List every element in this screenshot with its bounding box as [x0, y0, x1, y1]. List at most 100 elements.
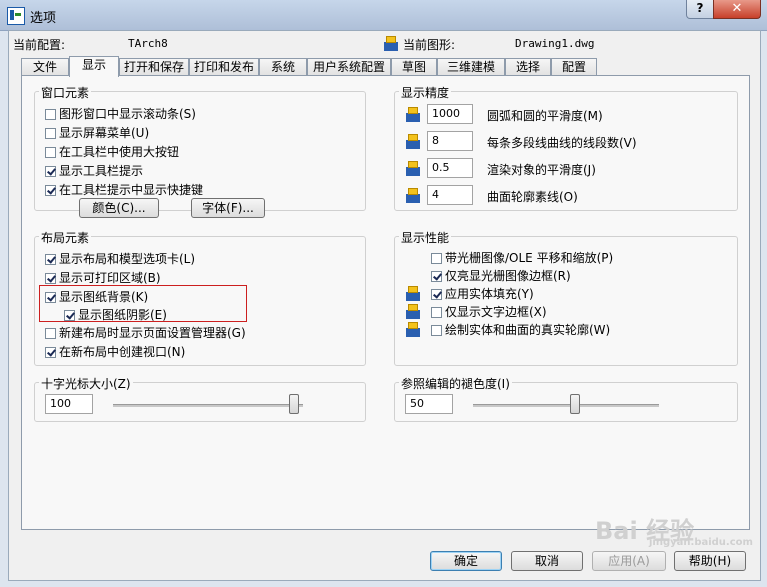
display-performance-group: 显示性能 带光栅图像/OLE 平移和缩放(P) 仅亮显光栅图像边框(R) 应用实… — [394, 229, 738, 366]
checkbox-label: 显示可打印区域(B) — [59, 271, 161, 285]
crosshair-size-input[interactable]: 100 — [45, 394, 93, 414]
checkbox-label: 图形窗口中显示滚动条(S) — [59, 107, 196, 121]
crosshair-size-group: 十字光标大小(Z) 100 — [34, 375, 366, 422]
checkbox-label: 仅亮显光栅图像边框(R) — [445, 269, 571, 283]
tab-system[interactable]: 系统 — [259, 58, 307, 75]
display-resolution-title: 显示精度 — [399, 84, 452, 101]
layout-elements-group: 布局元素 显示布局和模型选项卡(L) 显示可打印区域(B) 显示图纸背景(K) … — [34, 229, 366, 366]
display-tab-panel: 窗口元素 图形窗口中显示滚动条(S) 显示屏幕菜单(U) 在工具栏中使用大按钮 … — [21, 75, 750, 530]
crosshair-size-slider-thumb[interactable] — [289, 394, 299, 414]
checkbox-box[interactable] — [45, 185, 56, 196]
checkbox-label: 绘制实体和曲面的真实轮廓(W) — [445, 323, 611, 337]
checkbox-label: 在工具栏提示中显示快捷键 — [59, 183, 204, 197]
window-elements-title: 窗口元素 — [39, 84, 92, 101]
drawing-icon — [405, 133, 421, 149]
baidu-watermark-url: jingyan.baidu.com — [649, 537, 753, 548]
xref-fade-group: 参照编辑的褪色度(I) 50 — [394, 375, 738, 422]
xref-fade-title: 参照编辑的褪色度(I) — [399, 375, 512, 392]
checkbox-label: 应用实体填充(Y) — [445, 287, 534, 301]
tab-plot-publish[interactable]: 打印和发布 — [189, 58, 259, 75]
drawing-icon — [405, 303, 421, 319]
checkbox-box[interactable] — [45, 128, 56, 139]
checkbox-solid-fill[interactable]: 应用实体填充(Y) — [431, 285, 534, 301]
current-drawing-label: 当前图形: — [403, 38, 456, 52]
checkbox-box[interactable] — [45, 254, 56, 265]
arc-smoothness-label: 圆弧和圆的平滑度(M) — [487, 109, 603, 123]
tab-selection[interactable]: 选择 — [505, 58, 551, 75]
display-resolution-group: 显示精度 1000 圆弧和圆的平滑度(M) 8 每条多段线曲线的线段数(V) 0… — [394, 84, 738, 211]
rendered-smoothness-input[interactable]: 0.5 — [427, 158, 473, 178]
crosshair-size-title: 十字光标大小(Z) — [39, 375, 133, 392]
colors-button[interactable]: 颜色(C)... — [79, 198, 159, 218]
checkbox-raster-frame-only[interactable]: 仅亮显光栅图像边框(R) — [431, 267, 571, 283]
drawing-icon — [405, 160, 421, 176]
ok-button[interactable]: 确定 — [430, 551, 502, 571]
apply-button[interactable]: 应用(A) — [592, 551, 666, 571]
xref-fade-input[interactable]: 50 — [405, 394, 453, 414]
layout-elements-title: 布局元素 — [39, 229, 92, 246]
polyline-segments-label: 每条多段线曲线的线段数(V) — [487, 136, 637, 150]
current-drawing-value: Drawing1.dwg — [515, 37, 595, 50]
checkbox-tooltips[interactable]: 显示工具栏提示 — [45, 162, 143, 178]
checkbox-layout-model-tabs[interactable]: 显示布局和模型选项卡(L) — [45, 250, 195, 266]
checkbox-raster-ole-pan-zoom[interactable]: 带光栅图像/OLE 平移和缩放(P) — [431, 249, 613, 265]
window-elements-group: 窗口元素 图形窗口中显示滚动条(S) 显示屏幕菜单(U) 在工具栏中使用大按钮 … — [34, 84, 366, 218]
checkbox-tooltip-shortcuts[interactable]: 在工具栏提示中显示快捷键 — [45, 181, 203, 197]
close-icon[interactable]: ✕ — [713, 0, 761, 19]
tab-user-preferences[interactable]: 用户系统配置 — [307, 58, 391, 75]
checkbox-box[interactable] — [431, 253, 442, 264]
checkbox-box[interactable] — [45, 166, 56, 177]
tab-display[interactable]: 显示 — [69, 56, 119, 77]
contour-lines-label: 曲面轮廓素线(O) — [487, 190, 578, 204]
checkbox-box[interactable] — [45, 109, 56, 120]
checkbox-box[interactable] — [431, 325, 442, 336]
current-profile-label: 当前配置: — [13, 38, 66, 52]
checkbox-true-silhouettes[interactable]: 绘制实体和曲面的真实轮廓(W) — [431, 321, 610, 337]
tab-profiles[interactable]: 配置 — [551, 58, 597, 75]
arc-smoothness-input[interactable]: 1000 — [427, 104, 473, 124]
drawing-icon — [405, 285, 421, 301]
checkbox-box[interactable] — [431, 307, 442, 318]
crosshair-size-track[interactable] — [113, 404, 303, 407]
current-profile-value: TArch8 — [128, 37, 168, 50]
rendered-smoothness-label: 渲染对象的平滑度(J) — [487, 163, 596, 177]
checkbox-box[interactable] — [45, 273, 56, 284]
drawing-icon — [405, 187, 421, 203]
checkbox-box[interactable] — [45, 147, 56, 158]
checkbox-page-setup-manager[interactable]: 新建布局时显示页面设置管理器(G) — [45, 324, 246, 340]
polyline-segments-input[interactable]: 8 — [427, 131, 473, 151]
checkbox-label: 带光栅图像/OLE 平移和缩放(P) — [445, 251, 614, 265]
checkbox-scrollbars[interactable]: 图形窗口中显示滚动条(S) — [45, 105, 196, 121]
checkbox-label: 显示工具栏提示 — [59, 164, 144, 178]
checkbox-screen-menu[interactable]: 显示屏幕菜单(U) — [45, 124, 149, 140]
cancel-button[interactable]: 取消 — [511, 551, 583, 571]
help-button[interactable]: 帮助(H) — [674, 551, 746, 571]
checkbox-label: 在新布局中创建视口(N) — [59, 345, 186, 359]
checkbox-box[interactable] — [431, 289, 442, 300]
checkbox-box[interactable] — [45, 347, 56, 358]
help-icon[interactable]: ? — [686, 0, 714, 19]
drawing-icon — [383, 35, 399, 51]
options-dialog: 当前配置: TArch8 当前图形: Drawing1.dwg 文件 显示 打开… — [8, 30, 761, 581]
checkbox-text-boundary[interactable]: 仅显示文字边框(X) — [431, 303, 547, 319]
drawing-icon — [405, 321, 421, 337]
fonts-button[interactable]: 字体(F)... — [191, 198, 265, 218]
drawing-icon — [405, 106, 421, 122]
checkbox-label: 在工具栏中使用大按钮 — [59, 145, 180, 159]
checkbox-large-buttons[interactable]: 在工具栏中使用大按钮 — [45, 143, 179, 159]
tab-files[interactable]: 文件 — [21, 58, 69, 75]
checkbox-create-viewport[interactable]: 在新布局中创建视口(N) — [45, 343, 185, 359]
tab-3d-modeling[interactable]: 三维建模 — [437, 58, 505, 75]
checkbox-printable-area[interactable]: 显示可打印区域(B) — [45, 269, 161, 285]
checkbox-box[interactable] — [431, 271, 442, 282]
tab-drafting[interactable]: 草图 — [391, 58, 437, 75]
tab-open-save[interactable]: 打开和保存 — [119, 58, 189, 75]
xref-fade-slider-thumb[interactable] — [570, 394, 580, 414]
xref-fade-track[interactable] — [473, 404, 659, 407]
checkbox-label: 显示布局和模型选项卡(L) — [59, 252, 196, 266]
checkbox-label: 仅显示文字边框(X) — [445, 305, 547, 319]
highlight-box — [39, 285, 247, 322]
contour-lines-input[interactable]: 4 — [427, 185, 473, 205]
checkbox-box[interactable] — [45, 328, 56, 339]
checkbox-label: 新建布局时显示页面设置管理器(G) — [59, 326, 246, 340]
